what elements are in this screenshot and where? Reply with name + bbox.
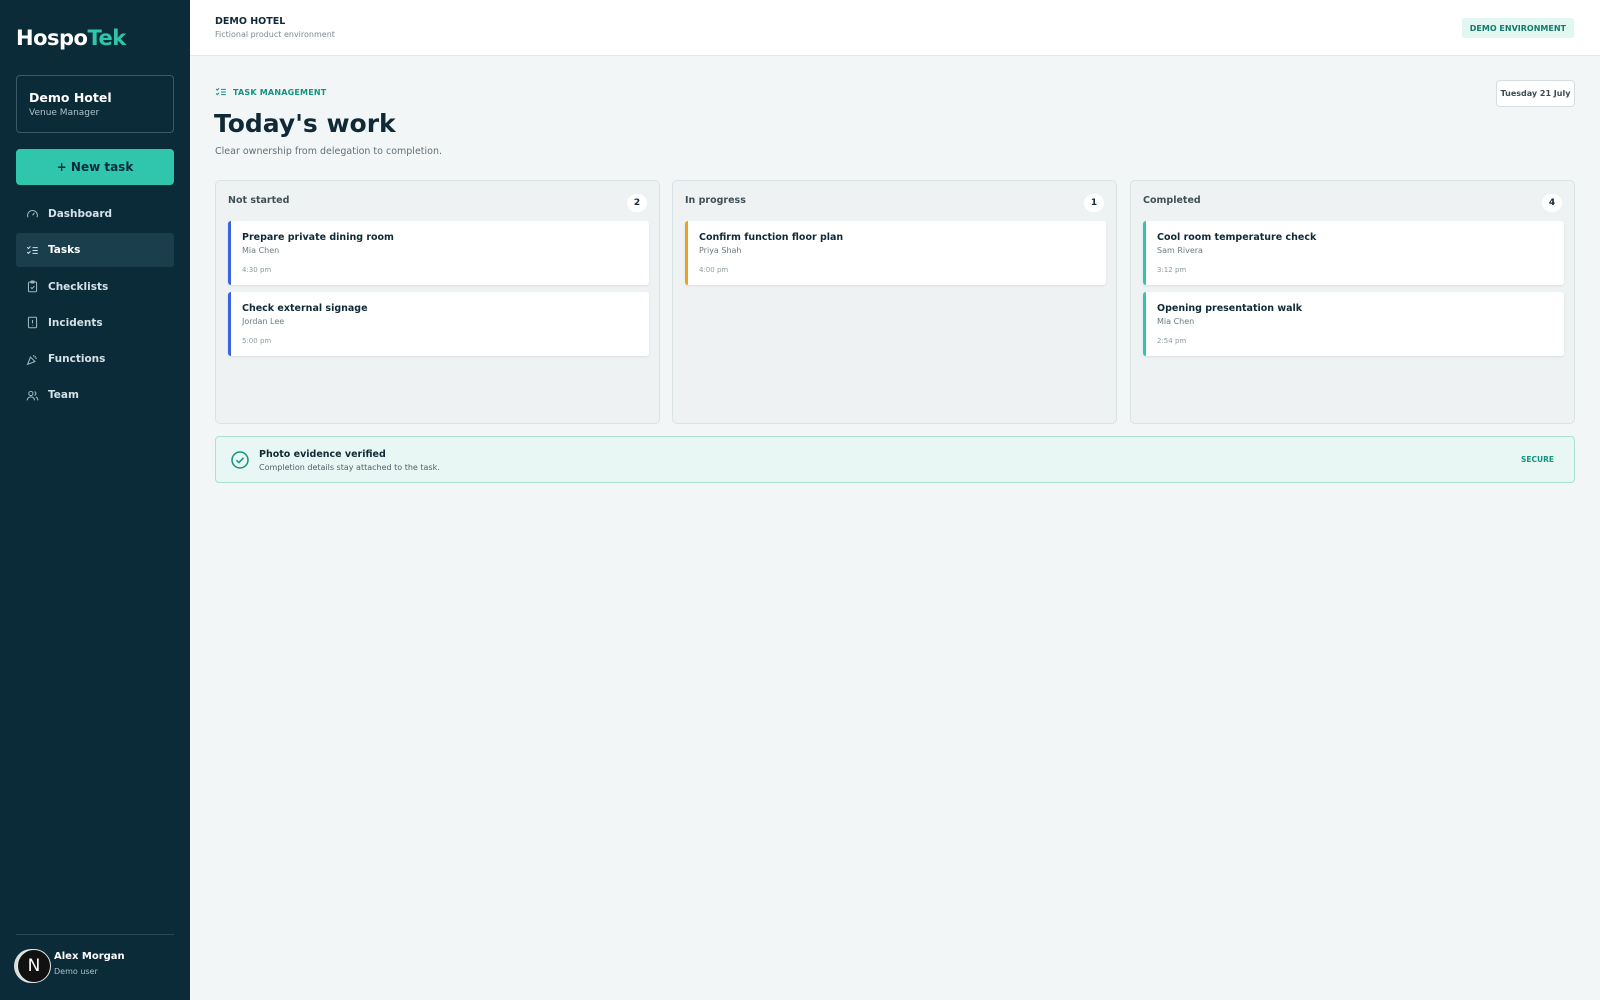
checklist-icon bbox=[215, 87, 226, 96]
task-assignee: Sam Rivera bbox=[1157, 246, 1203, 255]
sidebar-item-functions[interactable]: Functions bbox=[16, 342, 174, 376]
page-title: Today's work bbox=[214, 109, 396, 138]
venue-subtitle: Fictional product environment bbox=[215, 30, 335, 39]
sidebar: HospoTek Demo Hotel Venue Manager + New … bbox=[0, 0, 190, 1000]
logo-text: Hospo bbox=[16, 26, 88, 50]
clipboard-check-icon bbox=[27, 280, 38, 293]
gauge-icon bbox=[27, 209, 38, 218]
check-circle-icon bbox=[231, 451, 249, 469]
sidebar-item-label: Dashboard bbox=[48, 208, 113, 220]
sidebar-nav: Dashboard Tasks Checklists Incidents Fun… bbox=[16, 197, 174, 415]
task-card[interactable]: Cool room temperature check Sam Rivera 3… bbox=[1143, 221, 1564, 285]
task-assignee: Mia Chen bbox=[1157, 317, 1195, 326]
evidence-banner: Photo evidence verified Completion detai… bbox=[215, 436, 1575, 483]
task-title: Opening presentation walk bbox=[1157, 303, 1303, 314]
column-title: Completed bbox=[1143, 195, 1201, 206]
secure-badge: SECURE bbox=[1520, 455, 1554, 464]
task-title: Confirm function floor plan bbox=[699, 232, 844, 243]
logo-text-accent: Tek bbox=[87, 26, 126, 50]
alert-file-icon bbox=[27, 317, 38, 329]
environment-badge: DEMO ENVIRONMENT bbox=[1461, 18, 1574, 38]
column-title: In progress bbox=[685, 195, 746, 206]
app-logo[interactable]: HospoTek bbox=[16, 26, 126, 50]
column-count-badge: 2 bbox=[627, 194, 647, 212]
sidebar-divider bbox=[16, 934, 174, 935]
task-title: Cool room temperature check bbox=[1157, 232, 1317, 243]
column-count-badge: 1 bbox=[1084, 194, 1104, 212]
venue-title: DEMO HOTEL bbox=[215, 16, 286, 27]
evidence-subtitle: Completion details stay attached to the … bbox=[259, 463, 440, 472]
task-assignee: Mia Chen bbox=[242, 246, 280, 255]
users-icon bbox=[26, 390, 39, 401]
user-role: Demo user bbox=[54, 967, 98, 976]
top-bar: DEMO HOTEL Fictional product environment… bbox=[190, 0, 1600, 56]
task-card[interactable]: Opening presentation walk Mia Chen 2:54 … bbox=[1143, 292, 1564, 356]
section-label: TASK MANAGEMENT bbox=[215, 86, 326, 98]
venue-switcher[interactable]: Demo Hotel Venue Manager bbox=[16, 75, 174, 133]
column-not-started: Not started 2 Prepare private dining roo… bbox=[215, 180, 660, 424]
user-name: Alex Morgan bbox=[54, 951, 125, 962]
new-task-button[interactable]: + New task bbox=[16, 149, 174, 185]
venue-role: Venue Manager bbox=[29, 108, 100, 118]
column-in-progress: In progress 1 Confirm function floor pla… bbox=[672, 180, 1117, 424]
task-title: Prepare private dining room bbox=[242, 232, 394, 243]
sidebar-item-label: Checklists bbox=[48, 280, 109, 293]
column-count-badge: 4 bbox=[1542, 194, 1562, 212]
sidebar-item-incidents[interactable]: Incidents bbox=[16, 306, 174, 340]
date-display[interactable]: Tuesday 21 July bbox=[1496, 80, 1575, 107]
sidebar-item-dashboard[interactable]: Dashboard bbox=[16, 197, 174, 231]
column-title: Not started bbox=[228, 195, 290, 206]
sidebar-item-label: Team bbox=[48, 389, 79, 402]
sidebar-item-tasks[interactable]: Tasks bbox=[16, 233, 174, 268]
task-time: 4:30 pm bbox=[242, 266, 272, 274]
sidebar-item-checklists[interactable]: Checklists bbox=[16, 270, 174, 304]
sidebar-item-label: Functions bbox=[48, 353, 106, 366]
task-time: 3:12 pm bbox=[1157, 266, 1187, 274]
task-title: Check external signage bbox=[242, 303, 368, 314]
sidebar-item-label: Incidents bbox=[48, 316, 103, 329]
sidebar-item-label: Tasks bbox=[48, 244, 81, 257]
task-card[interactable]: Prepare private dining room Mia Chen 4:3… bbox=[228, 221, 649, 285]
task-time: 4:00 pm bbox=[699, 266, 729, 274]
task-time: 5:00 pm bbox=[242, 337, 272, 345]
evidence-title: Photo evidence verified bbox=[259, 449, 386, 460]
checklist-icon bbox=[26, 245, 38, 254]
task-card[interactable]: Check external signage Jordan Lee 5:00 p… bbox=[228, 292, 649, 356]
avatar[interactable]: N bbox=[17, 949, 51, 983]
task-assignee: Jordan Lee bbox=[242, 317, 285, 326]
venue-name: Demo Hotel bbox=[29, 90, 112, 105]
section-label-text: TASK MANAGEMENT bbox=[233, 87, 327, 97]
page-subtitle: Clear ownership from delegation to compl… bbox=[215, 146, 443, 157]
party-popper-icon bbox=[26, 354, 37, 365]
task-card[interactable]: Confirm function floor plan Priya Shah 4… bbox=[685, 221, 1106, 285]
task-time: 2:54 pm bbox=[1157, 337, 1187, 345]
task-assignee: Priya Shah bbox=[699, 246, 742, 255]
column-completed: Completed 4 Cool room temperature check … bbox=[1130, 180, 1575, 424]
sidebar-item-team[interactable]: Team bbox=[16, 378, 174, 412]
